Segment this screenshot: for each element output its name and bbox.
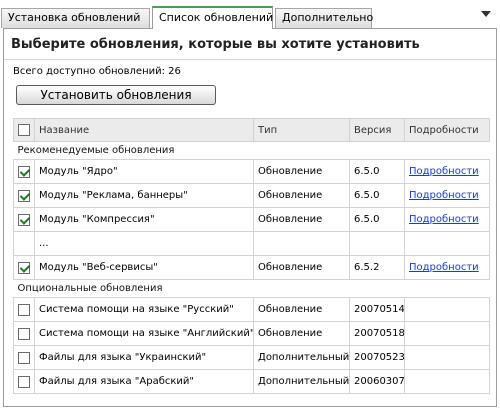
tab-update-list[interactable]: Список обновлений <box>152 6 273 29</box>
tab-label: Список обновлений <box>159 11 274 24</box>
update-name-cell: Модуль "Реклама, баннеры" <box>34 183 254 208</box>
group-label: Рекоменедуемые обновления <box>13 141 490 160</box>
details-link[interactable]: Подробности <box>409 214 479 225</box>
tab-label: Установка обновлений <box>8 11 141 24</box>
update-checkbox[interactable] <box>18 327 30 340</box>
update-checkbox[interactable] <box>18 165 30 178</box>
title-divider <box>4 59 496 60</box>
tab-label: Дополнительно <box>282 11 374 24</box>
update-checkbox[interactable] <box>18 213 30 226</box>
details-link[interactable]: Подробности <box>409 166 479 177</box>
table-row: Система помощи на языке "Английский" Обно… <box>13 321 490 346</box>
column-header-type: Тип <box>253 118 350 142</box>
update-name-cell: Модуль "Компрессия" <box>34 207 254 232</box>
table-row: Модуль "Ядро" Обновление 6.5.0 Подробности <box>13 159 490 184</box>
update-version-cell: 6.5.0 <box>349 159 405 184</box>
update-name-cell: Система помощи на языке "Английский" <box>34 321 254 346</box>
table-row: Модуль "Веб-сервисы" Обновление 6.5.2 Подро… <box>13 255 490 280</box>
tab-bar: Установка обновлений Список обновлений Д… <box>0 0 500 29</box>
update-details-cell <box>404 297 490 322</box>
select-all-cell <box>13 118 35 142</box>
page-title: Выберите обновления, которые вы хотите у… <box>11 37 420 52</box>
update-details-cell <box>404 345 490 370</box>
table-row: Система помощи на языке "Русский" Обновле… <box>13 297 490 322</box>
tab-additional[interactable]: Дополнительно <box>275 8 374 28</box>
select-cell <box>13 297 35 322</box>
update-type-cell: Обновление <box>253 321 350 346</box>
update-checkbox[interactable] <box>18 189 30 202</box>
update-type-cell: Обновление <box>253 159 350 184</box>
group-row-recommended: Рекоменедуемые обновления <box>13 141 490 160</box>
update-details-cell <box>404 369 490 394</box>
details-link[interactable]: Подробности <box>409 262 479 273</box>
tab-install-updates[interactable]: Установка обновлений <box>1 8 150 28</box>
update-checkbox[interactable] <box>18 303 30 316</box>
table-row: Файлы для языка "Арабский" Дополнительный… <box>13 369 490 394</box>
total-updates-count: Всего доступно обновлений: 26 <box>13 66 181 77</box>
update-type-cell: Обновление <box>253 297 350 322</box>
select-cell <box>13 369 35 394</box>
table-row: Модуль "Компрессия" Обновление 6.5.0 Подроб… <box>13 207 490 232</box>
update-details-cell <box>404 321 490 346</box>
column-header-version: Версия <box>349 118 405 142</box>
update-details-cell <box>404 231 490 256</box>
update-version-cell: 20060307 <box>349 369 405 394</box>
update-type-cell: Обновление <box>253 207 350 232</box>
update-version-cell: 20070518 <box>349 321 405 346</box>
update-name-cell: Система помощи на языке "Русский" <box>34 297 254 322</box>
column-header-details: Подробности <box>404 118 490 142</box>
select-cell <box>13 207 35 232</box>
select-cell <box>13 231 35 256</box>
update-details-cell: Подробности <box>404 255 490 280</box>
table-row: Файлы для языка "Украинский" Дополнительн… <box>13 345 490 370</box>
column-header-name: Название <box>34 118 254 142</box>
update-name-cell: Файлы для языка "Арабский" <box>34 369 254 394</box>
update-name-cell: Модуль "Ядро" <box>34 159 254 184</box>
select-cell <box>13 321 35 346</box>
select-cell <box>13 159 35 184</box>
update-type-cell: Обновление <box>253 255 350 280</box>
select-all-checkbox[interactable] <box>18 124 30 136</box>
tab-menu-arrow-icon[interactable] <box>481 11 491 17</box>
update-type-cell: Дополнительный <box>253 369 350 394</box>
update-details-cell: Подробности <box>404 159 490 184</box>
update-name-cell: Файлы для языка "Украинский" <box>34 345 254 370</box>
update-checkbox[interactable] <box>18 261 30 274</box>
update-name-cell: Модуль "Веб-сервисы" <box>34 255 254 280</box>
update-list-panel: Выберите обновления, которые вы хотите у… <box>3 28 497 407</box>
update-type-cell: Дополнительный <box>253 345 350 370</box>
update-version-cell: 20070514 <box>349 297 405 322</box>
update-type-cell <box>253 231 350 256</box>
select-cell <box>13 183 35 208</box>
update-details-cell: Подробности <box>404 207 490 232</box>
details-link[interactable]: Подробности <box>409 190 479 201</box>
update-version-cell <box>349 231 405 256</box>
update-type-cell: Обновление <box>253 183 350 208</box>
update-name-cell: ... <box>34 231 254 256</box>
update-checkbox[interactable] <box>18 351 30 364</box>
update-checkbox[interactable] <box>18 375 30 388</box>
select-cell <box>13 255 35 280</box>
group-label: Опциональные обновления <box>13 279 490 298</box>
update-version-cell: 20070523 <box>349 345 405 370</box>
update-version-cell: 6.5.0 <box>349 207 405 232</box>
group-row-optional: Опциональные обновления <box>13 279 490 298</box>
table-header-row: Название Тип Версия Подробности <box>13 118 490 142</box>
update-version-cell: 6.5.0 <box>349 183 405 208</box>
update-details-cell: Подробности <box>404 183 490 208</box>
select-cell <box>13 345 35 370</box>
table-row: Модуль "Реклама, баннеры" Обновление 6.5.0… <box>13 183 490 208</box>
updates-table: Название Тип Версия Подробности Рекомене… <box>13 118 490 394</box>
install-updates-button[interactable]: Установить обновления <box>16 85 216 105</box>
table-row: ... <box>13 231 490 256</box>
update-version-cell: 6.5.2 <box>349 255 405 280</box>
